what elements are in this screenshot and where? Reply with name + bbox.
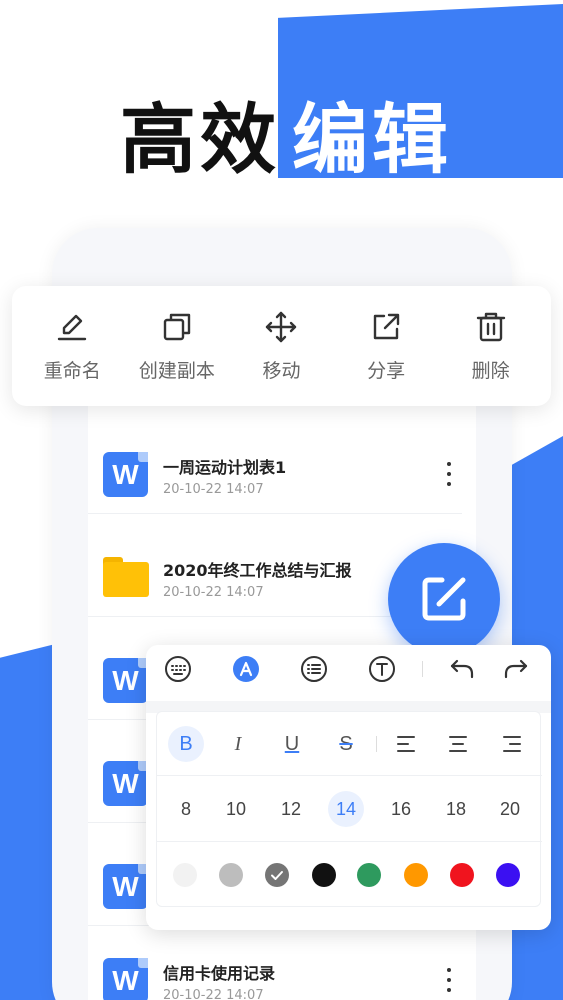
font-size-option[interactable]: 16 <box>383 791 419 827</box>
format-row: B I U S <box>157 712 542 776</box>
move-icon <box>266 311 297 342</box>
align-right-icon[interactable] <box>502 734 522 754</box>
align-center-icon[interactable] <box>448 734 468 754</box>
font-color-icon[interactable] <box>232 655 260 683</box>
undo-icon[interactable] <box>448 655 476 683</box>
file-name: 信用卡使用记录 <box>163 964 276 983</box>
color-row <box>157 842 542 908</box>
copy-icon <box>163 313 191 340</box>
keyboard-icon[interactable] <box>164 655 192 683</box>
file-date: 20-10-22 14:07 <box>163 482 264 497</box>
word-doc-icon: W <box>103 958 148 1000</box>
file-date: 20-10-22 14:07 <box>163 585 264 600</box>
italic-button[interactable]: I <box>220 726 256 762</box>
delete-button[interactable]: 删除 <box>441 310 541 383</box>
check-icon <box>271 871 283 880</box>
color-swatch[interactable] <box>173 863 197 887</box>
underline-button[interactable]: U <box>274 726 310 762</box>
word-doc-icon: W <box>103 452 148 497</box>
font-size-option[interactable]: 12 <box>273 791 309 827</box>
headline: 高效 编辑 <box>0 78 563 184</box>
list-icon[interactable] <box>300 655 328 683</box>
edit-fab-button[interactable] <box>388 543 500 655</box>
headline-dark-text: 高效 <box>120 95 280 184</box>
file-row[interactable]: W 信用卡使用记录 20-10-22 14:07 <box>88 918 462 1000</box>
share-icon <box>373 313 400 339</box>
bold-button[interactable]: B <box>168 726 204 762</box>
editor-top-toolbar <box>146 645 551 693</box>
more-options-icon[interactable] <box>444 968 454 992</box>
font-size-row: 8 10 12 14 16 18 20 <box>157 776 542 842</box>
format-separator <box>376 736 377 752</box>
pencil-icon <box>58 314 87 340</box>
file-action-toolbar: 重命名 创建副本 移动 分享 删除 <box>12 286 551 406</box>
color-swatch[interactable] <box>312 863 336 887</box>
font-size-option[interactable]: 8 <box>168 791 204 827</box>
action-label: 重命名 <box>43 359 101 382</box>
color-swatch[interactable] <box>496 863 520 887</box>
trash-icon <box>476 312 505 341</box>
color-swatch[interactable] <box>450 863 474 887</box>
more-options-icon[interactable] <box>444 462 454 486</box>
font-size-option-selected[interactable]: 14 <box>328 791 364 827</box>
rename-button[interactable]: 重命名 <box>22 310 122 383</box>
color-swatch[interactable] <box>219 863 243 887</box>
file-name: 2020年终工作总结与汇报 <box>163 561 352 580</box>
align-left-icon[interactable] <box>396 734 416 754</box>
strikethrough-button[interactable]: S <box>328 726 364 762</box>
format-options-panel: B I U S 8 10 12 14 16 18 20 <box>156 711 542 908</box>
action-label: 移动 <box>262 359 301 382</box>
file-row[interactable]: W 一周运动计划表1 20-10-22 14:07 <box>88 412 462 514</box>
create-copy-button[interactable]: 创建副本 <box>127 310 227 383</box>
font-size-option[interactable]: 20 <box>492 791 528 827</box>
word-doc-icon: W <box>103 761 148 806</box>
text-editor-panel: B I U S 8 10 12 14 16 18 20 <box>146 645 551 930</box>
edit-icon <box>422 577 466 621</box>
toolbar-separator <box>422 661 423 677</box>
file-date: 20-10-22 14:07 <box>163 988 264 1000</box>
font-size-option[interactable]: 18 <box>438 791 474 827</box>
word-doc-icon: W <box>103 658 148 703</box>
folder-icon <box>103 557 149 597</box>
action-label: 分享 <box>367 359 406 382</box>
font-size-option[interactable]: 10 <box>218 791 254 827</box>
headline-light-text: 编辑 <box>292 95 452 184</box>
text-style-icon[interactable] <box>368 655 396 683</box>
color-swatch[interactable] <box>357 863 381 887</box>
share-button[interactable]: 分享 <box>336 310 436 383</box>
color-swatch-selected[interactable] <box>265 863 289 887</box>
action-label: 删除 <box>471 359 510 382</box>
redo-icon[interactable] <box>502 655 530 683</box>
color-swatch[interactable] <box>404 863 428 887</box>
move-button[interactable]: 移动 <box>231 310 331 383</box>
action-label: 创建副本 <box>138 359 215 382</box>
file-name: 一周运动计划表1 <box>163 458 287 477</box>
word-doc-icon: W <box>103 864 148 909</box>
